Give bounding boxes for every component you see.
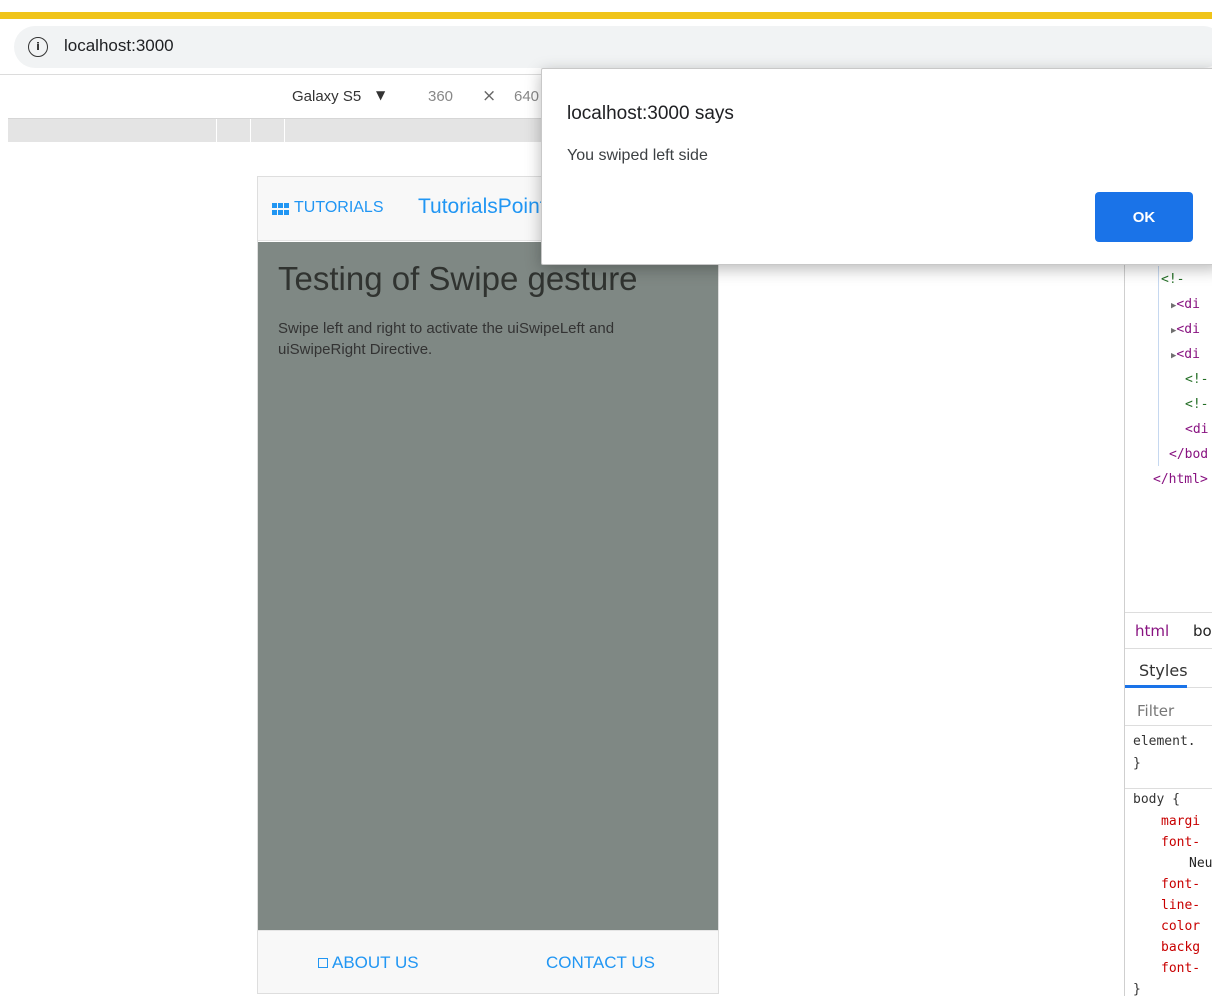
elements-line[interactable]: </bod [1169, 447, 1208, 462]
tab-styles[interactable]: Styles [1125, 648, 1212, 688]
breadcrumb-body[interactable]: bo [1193, 622, 1212, 640]
css-value[interactable]: Neu [1189, 856, 1212, 871]
elements-line[interactable]: <di [1185, 422, 1208, 437]
app-footer: ABOUT US CONTACT US [258, 930, 718, 993]
styles-filter-input[interactable]: Filter [1125, 696, 1212, 726]
css-brace: } [1133, 982, 1141, 996]
dom-breadcrumbs: html bo [1125, 612, 1212, 646]
about-us-link[interactable]: ABOUT US [318, 953, 419, 973]
tab-styles-label: Styles [1139, 661, 1188, 680]
dialog-message: You swiped left side [567, 147, 708, 164]
ok-button[interactable]: OK [1095, 192, 1193, 242]
dimension-times-icon: × [482, 86, 497, 106]
chevron-down-icon[interactable]: ▼ [376, 88, 385, 102]
css-property[interactable]: font- [1161, 961, 1200, 976]
elements-line[interactable]: <!- [1185, 372, 1208, 387]
elements-line[interactable]: <!- [1161, 272, 1184, 287]
alert-dialog: localhost:3000 says You swiped left side… [541, 68, 1212, 265]
css-property[interactable]: line- [1161, 898, 1200, 913]
css-property[interactable]: color [1161, 919, 1200, 934]
dialog-title: localhost:3000 says [567, 103, 734, 124]
css-property[interactable]: margi [1161, 814, 1200, 829]
info-icon[interactable]: i [28, 37, 48, 57]
elements-line[interactable]: </html> [1153, 472, 1208, 487]
browser-accent-bar [0, 12, 1212, 19]
elements-line-text: <di [1176, 322, 1200, 337]
css-property[interactable]: font- [1161, 835, 1200, 850]
swipe-area[interactable]: Testing of Swipe gesture Swipe left and … [258, 242, 718, 930]
elements-line[interactable]: <!- [1185, 397, 1208, 412]
css-brace: } [1133, 756, 1141, 771]
nav-tutorials-link[interactable]: TUTORIALS [294, 199, 384, 217]
grid-icon [272, 203, 290, 215]
url-text[interactable]: localhost:3000 [64, 36, 174, 56]
device-height-field[interactable]: 640 [514, 88, 539, 105]
device-select[interactable]: Galaxy S5 [292, 88, 361, 105]
rule-divider [1125, 788, 1212, 789]
nav-brand[interactable]: TutorialsPoint [418, 195, 546, 219]
css-property[interactable]: backg [1161, 940, 1200, 955]
css-selector[interactable]: body { [1133, 792, 1180, 807]
device-viewport: TUTORIALS TutorialsPoint Testing of Swip… [257, 176, 719, 994]
elements-line-text: <di [1176, 347, 1200, 362]
page-title: Testing of Swipe gesture [278, 260, 638, 297]
css-property[interactable]: font- [1161, 877, 1200, 892]
elements-line[interactable]: ▶<di [1171, 297, 1200, 312]
active-tab-indicator [1125, 685, 1187, 688]
css-selector[interactable]: element. [1133, 734, 1196, 749]
device-width-field[interactable]: 360 [428, 88, 453, 105]
address-bar[interactable] [14, 26, 1212, 68]
square-icon [318, 958, 328, 968]
about-us-label: ABOUT US [332, 953, 419, 972]
filter-placeholder: Filter [1137, 702, 1175, 720]
contact-us-link[interactable]: CONTACT US [546, 953, 655, 973]
page-description: Swipe left and right to activate the uiS… [278, 320, 615, 358]
elements-line[interactable]: ▶<di [1171, 322, 1200, 337]
breadcrumb-html[interactable]: html [1135, 622, 1169, 640]
elements-line[interactable]: ▶<di [1171, 347, 1200, 362]
elements-line-text: <di [1176, 297, 1200, 312]
tree-guide-line [1158, 266, 1159, 466]
